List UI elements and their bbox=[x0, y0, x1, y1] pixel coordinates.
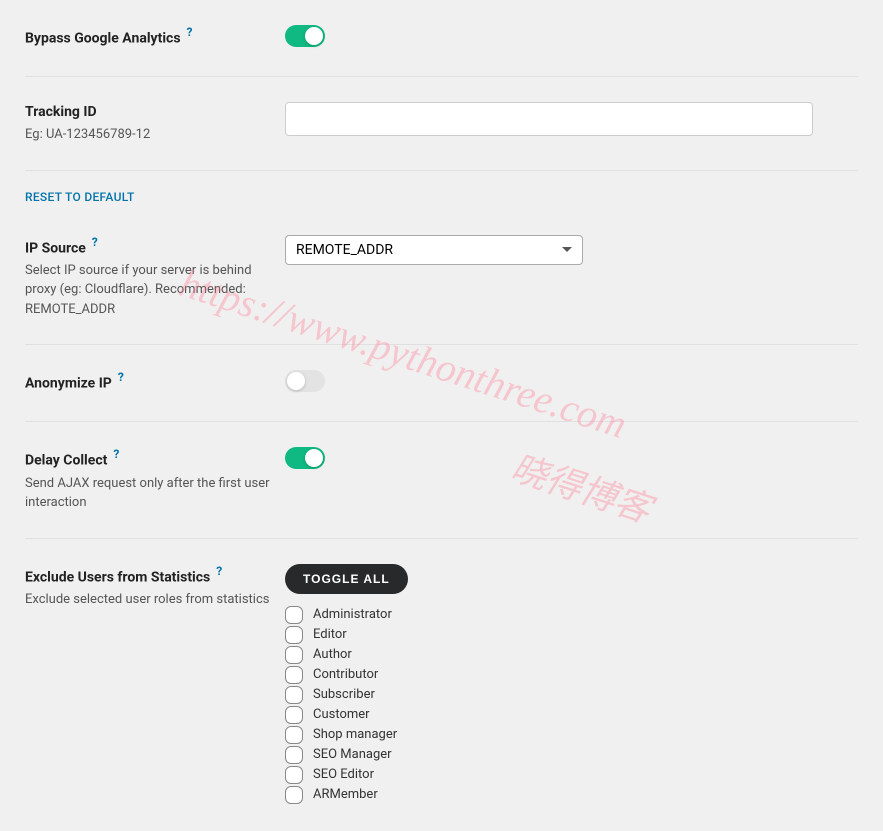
delay-collect-label: Delay Collect bbox=[25, 453, 107, 469]
ip-source-row: IP Source ? Select IP source if your ser… bbox=[25, 210, 858, 346]
role-item: SEO Editor bbox=[285, 766, 858, 784]
anonymize-ip-toggle[interactable] bbox=[285, 370, 325, 392]
role-label: Customer bbox=[313, 707, 370, 722]
role-item: SEO Manager bbox=[285, 746, 858, 764]
exclude-users-description: Exclude selected user roles from statist… bbox=[25, 590, 285, 610]
bypass-google-analytics-row: Bypass Google Analytics ? bbox=[25, 0, 858, 77]
role-label: SEO Editor bbox=[313, 767, 374, 782]
exclude-users-label: Exclude Users from Statistics bbox=[25, 569, 210, 585]
chevron-down-icon bbox=[562, 247, 572, 252]
bypass-toggle[interactable] bbox=[285, 25, 325, 47]
anonymize-ip-row: Anonymize IP ? bbox=[25, 345, 858, 422]
role-label: Subscriber bbox=[313, 687, 375, 702]
exclude-users-row: Exclude Users from Statistics ? Exclude … bbox=[25, 539, 858, 831]
role-item: Customer bbox=[285, 706, 858, 724]
role-label: Author bbox=[313, 647, 352, 662]
toggle-all-button[interactable]: TOGGLE ALL bbox=[285, 564, 408, 594]
ip-source-description: Select IP source if your server is behin… bbox=[25, 261, 285, 320]
role-item: Administrator bbox=[285, 606, 858, 624]
role-checkbox[interactable] bbox=[285, 766, 303, 784]
role-label: SEO Manager bbox=[313, 747, 392, 762]
role-item: Subscriber bbox=[285, 686, 858, 704]
role-item: Author bbox=[285, 646, 858, 664]
bypass-label: Bypass Google Analytics bbox=[25, 30, 181, 46]
tracking-id-label: Tracking ID bbox=[25, 102, 285, 123]
delay-collect-row: Delay Collect ? Send AJAX request only a… bbox=[25, 422, 858, 538]
role-item: Editor bbox=[285, 626, 858, 644]
help-icon[interactable]: ? bbox=[186, 25, 192, 39]
ip-source-value: REMOTE_ADDR bbox=[296, 242, 393, 258]
role-checkbox[interactable] bbox=[285, 666, 303, 684]
role-item: Shop manager bbox=[285, 726, 858, 744]
help-icon[interactable]: ? bbox=[216, 564, 222, 578]
role-label: Editor bbox=[313, 627, 347, 642]
ip-source-label: IP Source bbox=[25, 240, 86, 256]
delay-collect-toggle[interactable] bbox=[285, 447, 325, 469]
tracking-id-row: Tracking ID Eg: UA-123456789-12 bbox=[25, 77, 858, 171]
role-checkbox[interactable] bbox=[285, 606, 303, 624]
role-checkbox[interactable] bbox=[285, 686, 303, 704]
ip-source-select[interactable]: REMOTE_ADDR bbox=[285, 235, 583, 265]
role-checkbox[interactable] bbox=[285, 626, 303, 644]
help-icon[interactable]: ? bbox=[113, 447, 119, 461]
role-checkbox[interactable] bbox=[285, 746, 303, 764]
role-label: Contributor bbox=[313, 667, 378, 682]
role-checkbox[interactable] bbox=[285, 706, 303, 724]
delay-collect-description: Send AJAX request only after the first u… bbox=[25, 474, 285, 513]
role-item: Contributor bbox=[285, 666, 858, 684]
tracking-id-description: Eg: UA-123456789-12 bbox=[25, 125, 285, 145]
role-label: ARMember bbox=[313, 787, 378, 802]
help-icon[interactable]: ? bbox=[92, 235, 98, 249]
reset-to-default-link[interactable]: RESET TO DEFAULT bbox=[25, 190, 135, 204]
role-label: Administrator bbox=[313, 607, 392, 622]
role-checkbox[interactable] bbox=[285, 646, 303, 664]
role-checkbox[interactable] bbox=[285, 786, 303, 804]
role-checkbox[interactable] bbox=[285, 726, 303, 744]
anonymize-ip-label: Anonymize IP bbox=[25, 376, 112, 392]
role-item: ARMember bbox=[285, 786, 858, 804]
help-icon[interactable]: ? bbox=[118, 370, 124, 384]
tracking-id-input[interactable] bbox=[285, 102, 813, 136]
role-label: Shop manager bbox=[313, 727, 397, 742]
